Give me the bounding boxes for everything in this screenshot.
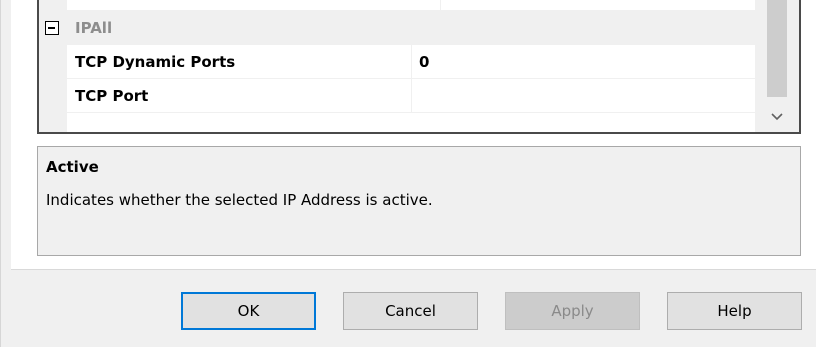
property-row-tcp-dynamic-ports[interactable]: TCP Dynamic Ports 0 (39, 45, 755, 79)
description-title: Active (46, 158, 99, 176)
property-value[interactable] (412, 79, 755, 113)
column-divider (440, 0, 441, 11)
property-row-tcp-port[interactable]: TCP Port (39, 79, 755, 113)
property-value[interactable]: 0 (412, 45, 755, 79)
apply-button[interactable]: Apply (505, 292, 640, 330)
vertical-scrollbar[interactable] (755, 0, 799, 132)
cancel-button[interactable]: Cancel (343, 292, 478, 330)
chevron-down-icon[interactable] (765, 104, 789, 128)
property-grid: IPAll TCP Dynamic Ports 0 TCP Port (37, 0, 801, 134)
category-label: IPAll (75, 19, 113, 37)
previous-row-remnant (67, 0, 755, 11)
ip-properties-dialog: IPAll TCP Dynamic Ports 0 TCP Port Activ… (0, 0, 816, 347)
ok-button[interactable]: OK (181, 292, 316, 330)
scrollbar-thumb[interactable] (767, 0, 787, 97)
help-button[interactable]: Help (667, 292, 802, 330)
collapse-minus-icon[interactable] (45, 21, 59, 35)
protocol-tab-content: IPAll TCP Dynamic Ports 0 TCP Port Activ… (11, 0, 816, 270)
property-name[interactable]: TCP Dynamic Ports (67, 45, 412, 79)
property-name[interactable]: TCP Port (67, 79, 412, 113)
description-panel: Active Indicates whether the selected IP… (37, 146, 801, 256)
category-row-ipall[interactable]: IPAll (39, 11, 755, 45)
description-text: Indicates whether the selected IP Addres… (46, 191, 433, 209)
